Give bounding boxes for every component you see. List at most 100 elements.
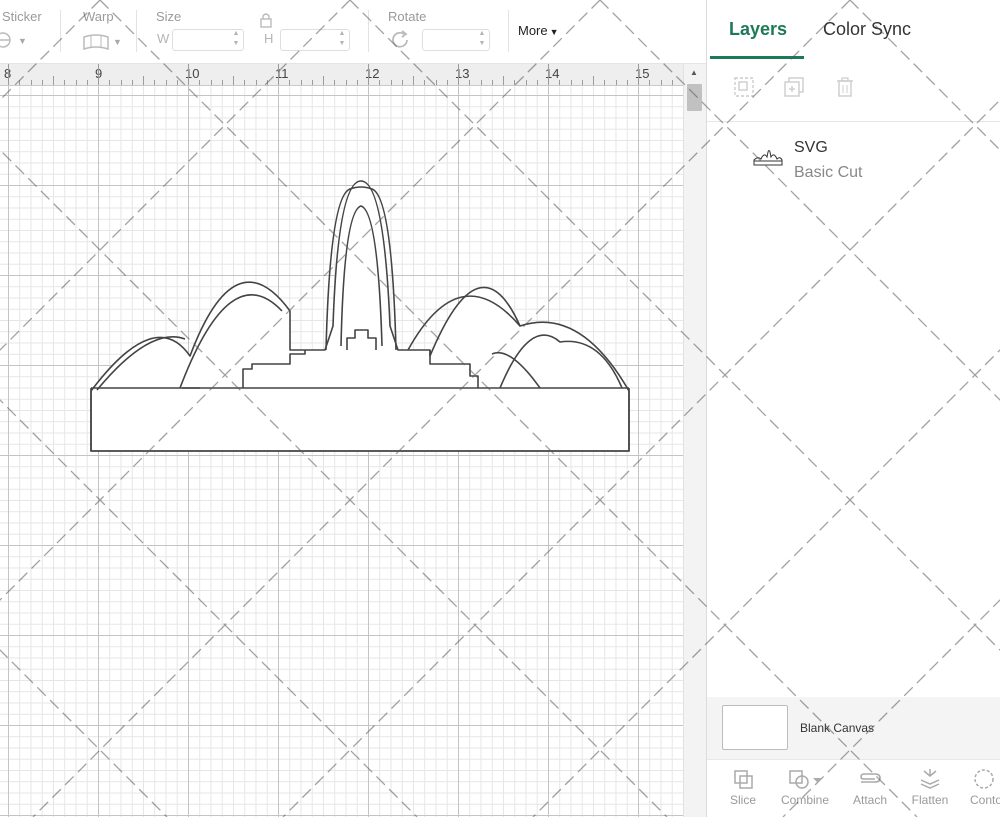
ruler-tick: [109, 80, 111, 85]
contour-label: Contour: [970, 793, 1000, 807]
toolbar-divider: [368, 10, 369, 52]
ruler-tick: [323, 76, 324, 85]
warp-icon[interactable]: [82, 33, 110, 51]
sticker-label: Sticker: [2, 9, 42, 24]
ruler-tick: [458, 64, 459, 85]
sticker-dropdown-caret[interactable]: ▼: [18, 36, 27, 46]
slice-icon: [734, 770, 753, 789]
ruler-tick: [469, 80, 471, 85]
slice-label: Slice: [729, 793, 756, 807]
ruler-tick: [593, 76, 594, 85]
warp-dropdown-caret[interactable]: ▼: [113, 37, 122, 47]
flatten-icon: [920, 769, 940, 789]
ruler-tick: [390, 80, 392, 85]
ruler-tick: [19, 80, 21, 85]
size-width-stepper[interactable]: ▲ ▼: [230, 29, 242, 51]
contour-icon: [974, 769, 994, 789]
tab-layers[interactable]: Layers: [729, 19, 787, 40]
ruler-tick: [188, 64, 189, 85]
rotate-stepper[interactable]: ▲ ▼: [476, 29, 488, 51]
rotate-label: Rotate: [388, 9, 427, 24]
ruler-tick: [176, 80, 178, 85]
size-height-letter: H: [264, 31, 274, 46]
ruler-tick: [300, 80, 302, 85]
ruler-tick: [626, 80, 628, 85]
ruler-tick: [143, 76, 144, 85]
ruler-tick: [570, 80, 572, 85]
ruler-tick: [525, 80, 527, 85]
ruler-tick: [514, 80, 516, 85]
edit-toolbar: Sticker ▼ Warp ▼ Size W ▲ ▼ H ▲ ▼ Rotate ▲…: [0, 0, 706, 64]
attach-label: Attach: [852, 793, 888, 807]
layers-panel: Layers Color Sync SVG Basic Cut Blank Ca…: [706, 0, 1000, 817]
ruler-tick: [379, 80, 381, 85]
contour-button[interactable]: Contour: [965, 764, 1000, 816]
ruler-tick: [266, 80, 268, 85]
horizontal-ruler: 89101112131415: [0, 64, 683, 86]
ruler-tick: [345, 80, 347, 85]
ruler-tick: [199, 80, 201, 85]
ruler-tick: [120, 80, 122, 85]
ruler-tick: [401, 80, 403, 85]
layer-name: SVG: [794, 139, 828, 156]
ruler-tick: [660, 80, 662, 85]
ruler-tick: [413, 76, 414, 85]
scrollbar-thumb[interactable]: [687, 84, 702, 111]
duplicate-icon[interactable]: [783, 76, 805, 98]
size-height-stepper[interactable]: ▲ ▼: [336, 29, 348, 51]
ruler-tick: [536, 80, 538, 85]
slice-button[interactable]: Slice: [721, 764, 765, 816]
design-canvas[interactable]: 89101112131415 ▲: [0, 64, 706, 817]
toolbar-divider: [60, 10, 61, 52]
more-button-label: More: [518, 23, 548, 38]
flatten-label: Flatten: [911, 793, 949, 807]
ruler-tick: [615, 80, 617, 85]
ruler-tick: [210, 80, 212, 85]
size-label: Size: [156, 9, 182, 24]
layer-tools: [707, 60, 1000, 122]
ruler-tick: [581, 80, 583, 85]
tab-color-sync[interactable]: Color Sync: [823, 19, 911, 40]
ruler-tick: [53, 76, 54, 85]
ruler-tick: [30, 80, 32, 85]
ruler-tick: [491, 80, 493, 85]
ruler-tick: [255, 80, 257, 85]
toolbar-divider: [508, 10, 509, 52]
ruler-tick: [604, 80, 606, 85]
more-button[interactable]: More ▼: [518, 23, 559, 38]
svg-design-shape[interactable]: [0, 86, 683, 817]
panel-tabs: Layers Color Sync: [707, 0, 1000, 60]
ruler-tick: [559, 80, 561, 85]
ruler-tick: [165, 80, 167, 85]
flatten-button[interactable]: Flatten: [905, 764, 955, 816]
layer-item[interactable]: SVG Basic Cut: [707, 128, 1000, 190]
scroll-up-arrow-icon[interactable]: ▲: [690, 68, 698, 77]
ruler-tick: [503, 76, 504, 85]
ruler-tick: [278, 64, 279, 85]
ruler-tick: [446, 80, 448, 85]
blank-canvas-label: Blank Canvas: [800, 721, 875, 735]
ruler-tick: [41, 80, 43, 85]
vertical-scrollbar[interactable]: ▲: [683, 64, 706, 817]
combine-icon: [789, 770, 821, 789]
ruler-tick: [435, 80, 437, 85]
canvas-color-swatch[interactable]: [722, 705, 788, 750]
chevron-down-icon: ▼: [549, 27, 559, 37]
ruler-tick: [480, 80, 482, 85]
ruler-tick: [289, 80, 291, 85]
ruler-tick: [424, 80, 426, 85]
attach-button[interactable]: Attach: [847, 764, 893, 816]
layer-operation: Basic Cut: [794, 164, 863, 181]
warp-label: Warp: [83, 9, 114, 24]
ruler-tick: [638, 64, 639, 85]
sticker-icon[interactable]: [0, 31, 12, 49]
ruler-tick: [311, 80, 313, 85]
ruler-tick: [548, 64, 549, 85]
combine-button[interactable]: Combine: [775, 764, 835, 816]
lock-icon[interactable]: [259, 12, 273, 28]
toolbar-divider: [136, 10, 137, 52]
rotate-icon[interactable]: [389, 29, 411, 51]
group-icon[interactable]: [733, 76, 755, 98]
delete-icon[interactable]: [834, 76, 856, 98]
size-width-letter: W: [157, 31, 170, 46]
